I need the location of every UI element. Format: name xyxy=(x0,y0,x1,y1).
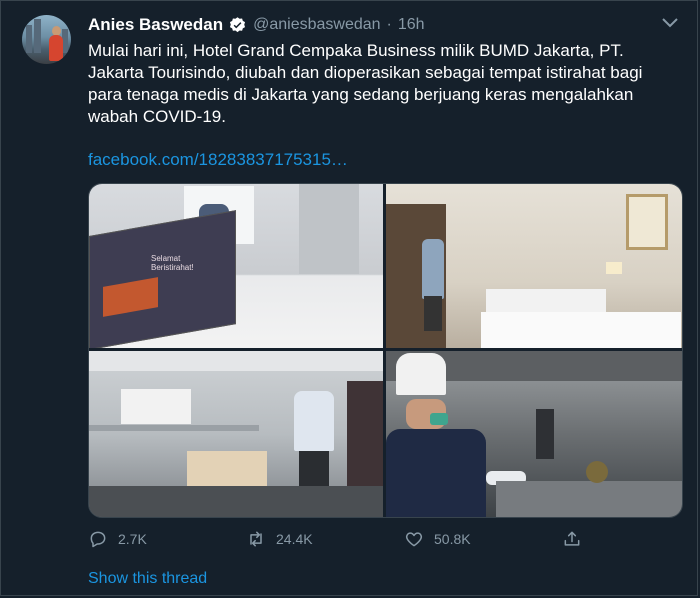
stove xyxy=(496,481,682,517)
timestamp[interactable]: 16h xyxy=(398,16,425,34)
wall-panel xyxy=(299,184,359,274)
avatar[interactable] xyxy=(22,15,71,64)
reply-count: 2.7K xyxy=(118,531,147,547)
tweet-text-line: Jakarta Tourisindo, diubah dan dioperasi… xyxy=(88,63,643,82)
person-figure xyxy=(536,409,554,459)
avatar-person xyxy=(49,35,63,61)
photo-chef[interactable] xyxy=(386,351,682,517)
photo-hotel-corridor[interactable] xyxy=(386,184,682,348)
tweet-text: Mulai hari ini, Hotel Grand Cempaka Busi… xyxy=(88,40,648,128)
external-link[interactable]: facebook.com/18283837175315… xyxy=(88,150,348,170)
tweet-text-line: para tenaga medis di Jakarta yang sedang… xyxy=(88,85,634,104)
verified-badge-icon xyxy=(230,16,246,32)
welcome-card xyxy=(89,210,236,348)
separator-dot: · xyxy=(386,16,392,33)
retweet-count: 24.4K xyxy=(276,531,313,547)
ceiling xyxy=(89,351,383,371)
food-containers xyxy=(187,451,267,486)
avatar-building xyxy=(34,19,41,53)
user-name[interactable]: Anies Baswedan xyxy=(88,15,223,35)
face-mask xyxy=(430,413,448,425)
reply-icon xyxy=(90,531,106,548)
like-button[interactable]: 50.8K xyxy=(404,529,471,549)
food-boxes xyxy=(121,389,191,424)
user-handle[interactable]: @aniesbaswedan xyxy=(253,16,380,34)
shelf xyxy=(89,425,259,431)
tweet-header: Anies Baswedan @aniesbaswedan · 16h xyxy=(88,14,425,36)
counter xyxy=(89,486,383,517)
ladle xyxy=(586,461,608,483)
bed xyxy=(481,312,681,348)
welcome-card-title: Selamat Beristirahat! xyxy=(151,254,194,272)
wall-painting xyxy=(626,194,668,250)
photo-kitchen-staff[interactable] xyxy=(89,351,383,517)
chevron-down-icon[interactable] xyxy=(660,16,680,30)
person-figure xyxy=(422,239,444,299)
tweet-text-line: Mulai hari ini, Hotel Grand Cempaka Busi… xyxy=(88,41,624,60)
lamp xyxy=(606,262,622,274)
avatar-building xyxy=(26,25,32,53)
show-thread-link[interactable]: Show this thread xyxy=(88,570,207,588)
photo-hotel-room-card[interactable]: Selamat Beristirahat! xyxy=(89,184,383,348)
chef-hat xyxy=(396,353,446,395)
share-button[interactable] xyxy=(562,529,582,549)
tweet-text-line: wabah COVID-19. xyxy=(88,107,226,126)
like-count: 50.8K xyxy=(434,531,471,547)
person-figure xyxy=(424,296,442,331)
share-icon xyxy=(564,531,580,546)
reply-button[interactable]: 2.7K xyxy=(88,529,147,549)
chef-uniform xyxy=(386,429,486,517)
media-grid: Selamat Beristirahat! xyxy=(88,183,683,518)
retweet-button[interactable]: 24.4K xyxy=(246,529,313,549)
retweet-icon xyxy=(250,531,262,547)
heart-icon xyxy=(405,532,423,547)
tweet-actions: 2.7K 24.4K 50.8K xyxy=(88,529,588,553)
person-figure xyxy=(294,391,334,451)
